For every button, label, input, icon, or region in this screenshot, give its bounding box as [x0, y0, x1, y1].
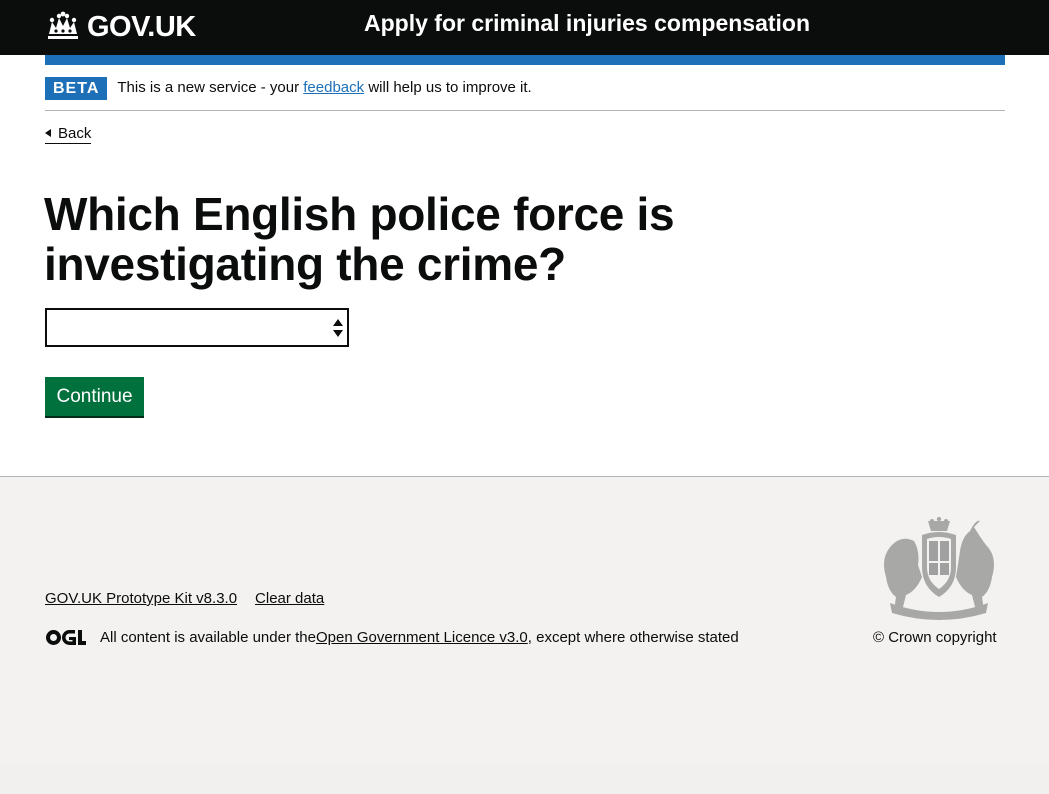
ogl-logo [45, 629, 86, 646]
prototype-kit-link[interactable]: GOV.UK Prototype Kit v8.3.0 [45, 590, 237, 607]
continue-button[interactable]: Continue [45, 377, 144, 416]
phase-text-before: This is a new service - your [117, 79, 304, 96]
royal-coat-of-arms [884, 517, 994, 620]
select-arrows-icon [333, 319, 343, 337]
phase-text-after: will help us to improve it. [364, 79, 532, 96]
phase-banner-text: This is a new service - your feedback wi… [117, 79, 531, 96]
crown-copyright-link[interactable]: © Crown copyright [873, 629, 997, 646]
beta-tag: BETA [45, 76, 108, 100]
open-government-licence-link[interactable]: Open Government Licence v3.0 [316, 629, 528, 646]
feedback-link[interactable]: feedback [303, 79, 364, 96]
clear-data-link[interactable]: Clear data [255, 590, 324, 607]
header-accent-bar [45, 55, 1005, 65]
page-question-heading: Which English police force is investigat… [44, 188, 675, 290]
logo-text: GOV.UK [87, 10, 196, 43]
back-link[interactable]: Back [45, 125, 92, 144]
crown-icon [45, 10, 81, 45]
govuk-logo-link[interactable]: GOV.UK [45, 9, 196, 45]
licence-text-before: All content is available under the [100, 629, 316, 646]
back-link-label: Back [58, 125, 92, 142]
police-force-select[interactable] [45, 308, 349, 347]
site-footer: GOV.UK Prototype Kit v8.3.0 Clear data A… [0, 476, 1049, 794]
licence-text-after: , except where otherwise stated [527, 629, 739, 646]
phase-banner: BETA This is a new service - your feedba… [45, 65, 1005, 111]
chevron-left-icon [45, 129, 51, 137]
service-name-link[interactable]: Apply for criminal injuries compensation [364, 10, 810, 37]
site-header: GOV.UK Apply for criminal injuries compe… [0, 0, 1049, 55]
footer-links: GOV.UK Prototype Kit v8.3.0 Clear data [45, 590, 324, 607]
footer-bottom-shade [0, 765, 1049, 794]
licence-statement: All content is available under the Open … [45, 629, 739, 646]
